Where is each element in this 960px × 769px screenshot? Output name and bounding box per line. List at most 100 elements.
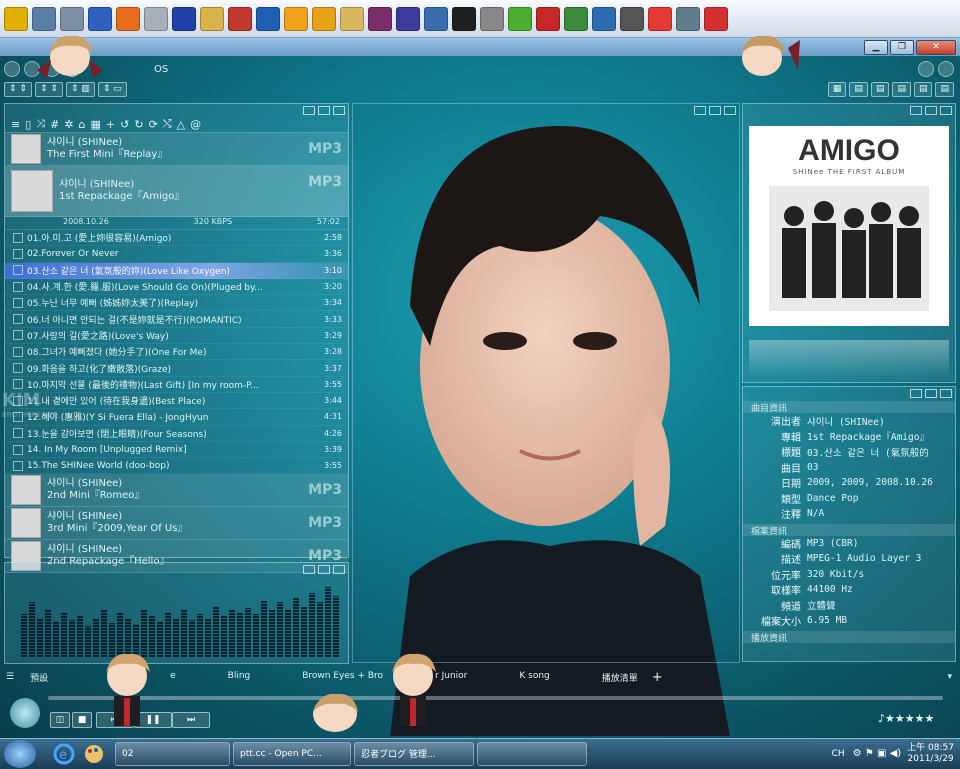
track-checkbox[interactable] (13, 248, 23, 259)
paint-icon[interactable] (82, 742, 112, 766)
search-icon[interactable] (918, 61, 934, 77)
tab-3[interactable]: Brown Eyes + Bro (296, 671, 389, 684)
eraser-icon[interactable] (704, 6, 728, 31)
list-icon[interactable]: ≡ (11, 118, 20, 131)
track-row[interactable]: 04.사.계.한 (愛.羅.服)(Love Should Go On)(Plug… (5, 279, 348, 296)
menu-icon[interactable] (4, 61, 20, 77)
film-icon[interactable] (620, 6, 644, 31)
eq-headphone-icon[interactable] (10, 698, 40, 728)
track-checkbox[interactable] (13, 232, 23, 243)
section-file-info[interactable]: 檔案資訊 (743, 523, 955, 537)
panel-expand[interactable] (940, 106, 952, 115)
panel-minimize[interactable] (694, 106, 706, 115)
panel-maximize[interactable] (925, 389, 937, 398)
player-icon[interactable] (396, 6, 420, 31)
panel-minimize[interactable] (303, 565, 315, 574)
panel-maximize[interactable] (709, 106, 721, 115)
drive-icon[interactable] (676, 6, 700, 31)
panel-expand[interactable] (333, 106, 345, 115)
flashget-icon[interactable] (312, 6, 336, 31)
panel-maximize[interactable] (318, 565, 330, 574)
layout-button-2[interactable]: ▤ (870, 82, 890, 97)
panel-minimize[interactable] (910, 389, 922, 398)
taskbar-item[interactable]: 02 (115, 741, 230, 766)
section-track-info[interactable]: 曲目資訊 (743, 401, 955, 414)
add-icon[interactable]: + (106, 118, 115, 131)
gear-icon[interactable]: ✲ (64, 118, 73, 131)
folder-icon[interactable] (340, 6, 364, 31)
track-row[interactable]: 08.그녀가 예뻐졌다 (她分手了)(One For Me) 3:28 (5, 344, 348, 361)
layout-grid-button[interactable]: ▦ (827, 82, 847, 97)
next-button[interactable]: ⏭ (172, 712, 210, 728)
language-indicator[interactable]: CH (832, 749, 845, 759)
taskbar-item[interactable]: 忍者ブログ 管理... (354, 741, 474, 766)
warning-icon[interactable]: △ (177, 118, 185, 131)
track-row[interactable]: 10.마지막 선물 (最後的禮物)(Last Gift) [In my room… (5, 377, 348, 393)
close-button[interactable]: ✕ (916, 39, 956, 55)
clock-icon[interactable] (564, 6, 588, 31)
hash-icon[interactable]: # (50, 118, 59, 131)
stop-button[interactable]: ■ (72, 712, 92, 728)
track-row[interactable]: 14. In My Room [Unplugged Remix] 3:39 (5, 442, 348, 459)
tabs-dropdown-icon[interactable]: ▾ (947, 672, 952, 682)
visual-button[interactable]: ◫ (50, 712, 70, 728)
track-row[interactable]: 11.내 곁에만 있어 (待在我身邊)(Best Place) 3:44 (5, 393, 348, 410)
track-row[interactable]: 05.누난 너무 예뻐 (姊姊妳太美了)(Replay) 3:34 (5, 295, 348, 312)
track-row[interactable]: 09.화음을 하고(化了嫩散落)(Graze) 3:37 (5, 360, 348, 377)
album-row[interactable]: 샤이니 (SHINee) 2nd Mini『Romeo』 MP3 (5, 474, 348, 508)
track-checkbox[interactable] (13, 297, 23, 308)
panel-maximize[interactable] (318, 106, 330, 115)
calculator-icon[interactable] (424, 6, 448, 31)
tab-5[interactable]: K song (513, 671, 555, 684)
clock[interactable]: 上午 08:57 2011/3/29 (907, 743, 954, 765)
paint-icon[interactable] (200, 6, 224, 31)
virtualbox-icon[interactable] (256, 6, 280, 31)
track-checkbox[interactable] (13, 395, 23, 406)
track-row[interactable]: 03.산소 같은 너 (氣氛般的妳)(Love Like Oxygen) 3:1… (5, 262, 348, 279)
add-tab-icon[interactable]: + (652, 670, 663, 685)
track-row[interactable]: 07.사랑의 길(愛之路)(Love's Way) 3:29 (5, 328, 348, 345)
ie-icon[interactable]: e (52, 742, 82, 766)
tab-2[interactable]: Bling (222, 671, 257, 684)
album-row[interactable]: 샤이니 (SHINee) The First Mini『Replay』 MP3 (5, 133, 348, 166)
tray-icons[interactable]: ⚙ ⚑ ▣ ◀) (853, 748, 902, 759)
panel-expand[interactable] (724, 106, 736, 115)
track-row[interactable]: 06.너 아니면 안되는 걸(不是妳就是不行)(ROMANTIC) 3:33 (5, 311, 348, 328)
winrar-icon[interactable] (368, 6, 392, 31)
start-button[interactable] (4, 739, 36, 768)
minimize-button[interactable]: ▁ (864, 39, 888, 55)
panel-minimize[interactable] (303, 106, 315, 115)
random-icon[interactable]: ⤭ (163, 117, 172, 131)
calendar25-icon[interactable] (228, 6, 252, 31)
shuffle-icon[interactable]: ⤨ (36, 117, 45, 131)
track-row[interactable]: 02.Forever Or Never 3:36 (5, 246, 348, 263)
bin-icon[interactable]: ⌂ (79, 118, 86, 131)
at-icon[interactable]: @ (190, 118, 201, 131)
moon-icon[interactable] (284, 6, 308, 31)
panel-expand[interactable] (333, 565, 345, 574)
track-checkbox[interactable] (13, 444, 23, 455)
view-button-3[interactable]: ⇕ ▥ (65, 82, 95, 97)
doc-icon[interactable]: ▯ (25, 118, 31, 131)
tabs-menu-icon[interactable]: ☰ (6, 672, 14, 682)
track-checkbox[interactable] (13, 379, 23, 390)
current-album[interactable]: 샤이니 (SHINee) 1st Repackage『Amigo』 MP3 (5, 166, 348, 217)
restore-button[interactable]: ❐ (890, 39, 914, 55)
taskbar-item[interactable]: ptt.cc - Open PC... (233, 741, 351, 766)
track-checkbox[interactable] (13, 346, 23, 357)
layout-button-4[interactable]: ▤ (913, 82, 933, 97)
layout-button-3[interactable]: ▤ (892, 82, 911, 97)
track-row[interactable]: 01.아.미.고 (愛上妳很容易)(Amigo) 2:58 (5, 230, 348, 247)
calendar-icon[interactable] (88, 6, 112, 31)
panel-maximize[interactable] (925, 106, 937, 115)
tab-0[interactable]: 預設 (24, 671, 54, 684)
seek-bar[interactable] (48, 696, 943, 700)
tool-icon[interactable] (60, 6, 84, 31)
redo-icon[interactable]: ↻ (134, 118, 143, 131)
panel-expand[interactable] (940, 389, 952, 398)
layout-button-1[interactable]: ▤ (849, 82, 868, 97)
track-checkbox[interactable] (13, 330, 23, 341)
track-checkbox[interactable] (13, 265, 23, 276)
tab-1[interactable]: e (164, 671, 182, 684)
grid-icon[interactable]: ▦ (91, 118, 101, 131)
